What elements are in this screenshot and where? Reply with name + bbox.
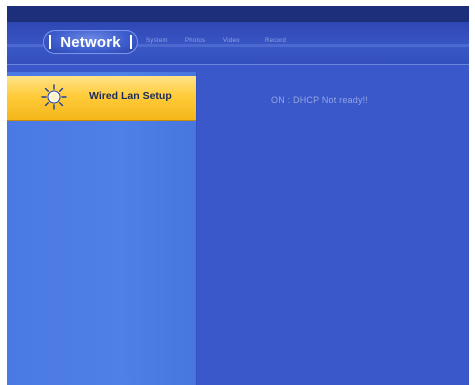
tv-screen: Network System Photos Video Record Wired…: [7, 6, 469, 385]
sun-icon: [41, 84, 67, 110]
tab-record[interactable]: Record: [265, 38, 286, 44]
tab-bracket-right: [130, 35, 132, 49]
menu-item-wired-lan-setup[interactable]: Wired Lan Setup: [7, 76, 196, 121]
menu-item-label: Wired Lan Setup: [89, 90, 172, 102]
network-status-text: ON : DHCP Not ready!!: [271, 95, 369, 105]
tab-bracket-left: [49, 35, 51, 49]
tab-network-label: Network: [60, 33, 121, 51]
top-strip: [7, 6, 469, 22]
panel-divider: [196, 72, 197, 385]
tab-video[interactable]: Video: [223, 38, 240, 44]
tab-network[interactable]: Network: [43, 30, 138, 54]
tab-photos[interactable]: Photos: [185, 38, 205, 44]
tab-system[interactable]: System: [146, 38, 168, 44]
